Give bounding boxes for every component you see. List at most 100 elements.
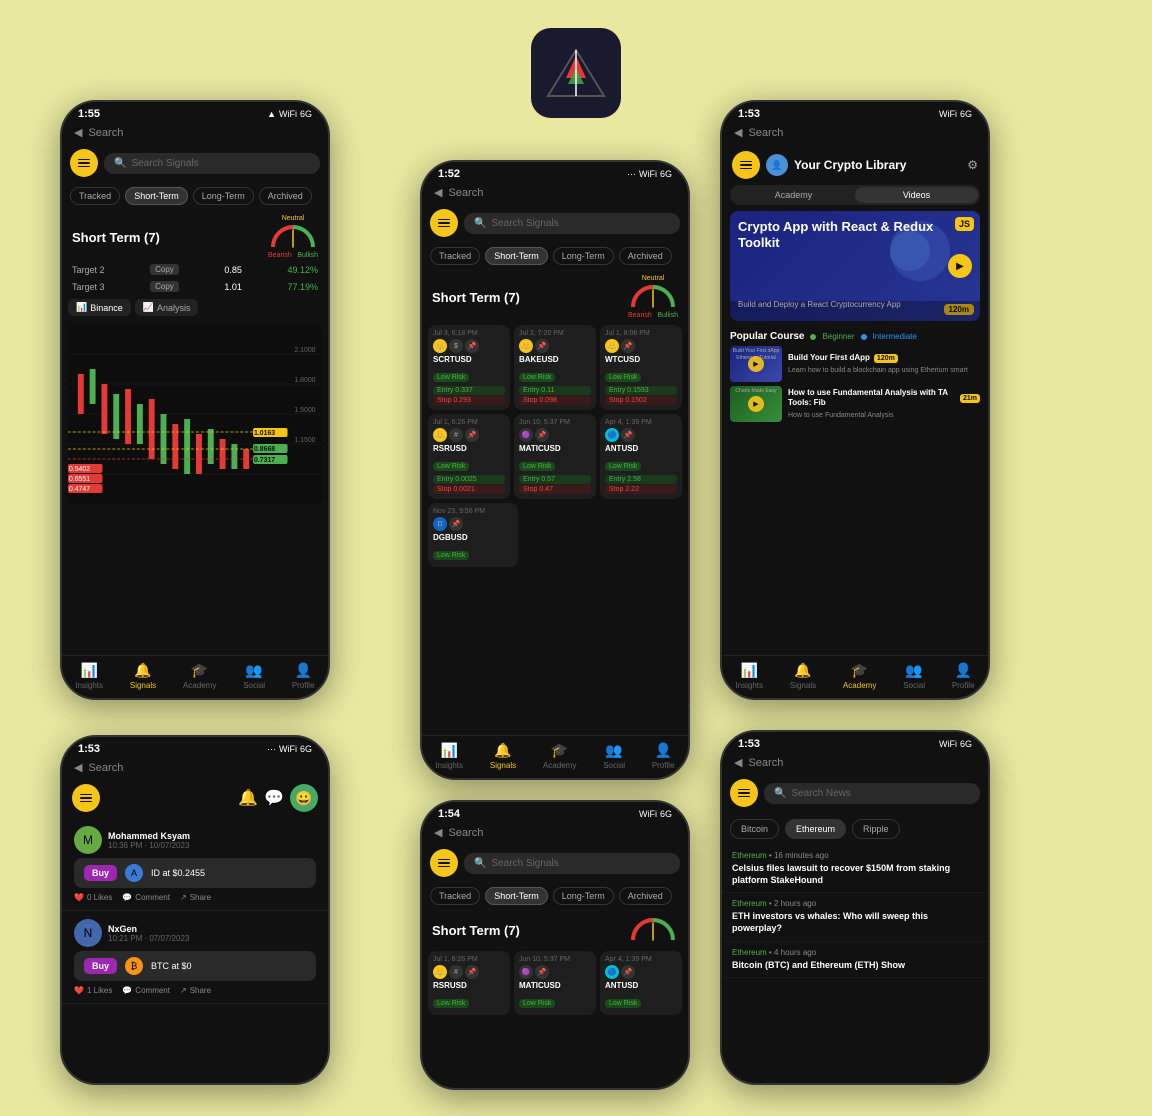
tab-archived-1[interactable]: Archived (259, 187, 312, 205)
search-input-5[interactable]: 🔍 Search Signals (464, 853, 680, 874)
nav-academy-2[interactable]: 🎓Academy (543, 742, 576, 770)
section-title-1: Short Term (7) (72, 230, 160, 245)
bell-icon-4[interactable]: 🔔 (238, 788, 258, 808)
course1-duration: 120m (874, 354, 898, 363)
tab-archived-2[interactable]: Archived (619, 247, 672, 265)
tab-long-term-5[interactable]: Long-Term (553, 887, 614, 905)
news-time-1: 2 hours ago (774, 899, 816, 908)
nav-insights-1[interactable]: 📊 Insights (75, 662, 103, 690)
nav-social-2[interactable]: 👥Social (603, 742, 625, 770)
phone-news: 1:53 WiFi6G ◀ Search 🔍 Search News Bitco… (720, 730, 990, 1085)
tab-long-term-2[interactable]: Long-Term (553, 247, 614, 265)
lib-tab-academy[interactable]: Academy (732, 187, 855, 203)
nav-profile-2[interactable]: 👤Profile (652, 742, 675, 770)
chat-icon-4[interactable]: 💬 (264, 788, 284, 808)
post-avatar-1: M (74, 826, 102, 854)
status-bar-4: 1:53 ···WiFi6G (62, 737, 328, 757)
target3-pct: 77.19% (287, 282, 318, 292)
search-input-1[interactable]: 🔍 Search Signals (104, 153, 320, 174)
status-bar-3: 1:53 WiFi6G (722, 102, 988, 122)
share-btn-2[interactable]: ↗ Share (180, 986, 211, 995)
post-avatar-2: N (74, 919, 102, 947)
news-tab-bitcoin[interactable]: Bitcoin (730, 819, 779, 839)
comment-btn-1[interactable]: 💬 Comment (122, 893, 170, 902)
tab-short-term-5[interactable]: Short-Term (485, 887, 548, 905)
post-time-2: 10:21 PM · 07/07/2023 (108, 934, 189, 943)
nav-academy-3[interactable]: 🎓Academy (843, 662, 876, 690)
share-btn-1[interactable]: ↗ Share (180, 893, 211, 902)
time-2: 1:52 (438, 168, 460, 180)
course-thumb-1: Build Your First dAppEthereum Tutorial ▶ (730, 346, 782, 382)
nav-signals-2[interactable]: 🔔Signals (490, 742, 516, 770)
likes-btn-2[interactable]: ❤️ 1 Likes (74, 986, 112, 995)
course-play-1[interactable]: ▶ (748, 356, 764, 372)
hamburger-4[interactable] (72, 784, 100, 812)
intermediate-label: Intermediate (873, 332, 917, 341)
tab-archived-5[interactable]: Archived (619, 887, 672, 905)
search-header-6: ◀ Search (722, 752, 988, 775)
likes-btn-1[interactable]: ❤️ 0 Likes (74, 893, 112, 902)
hamburger-5[interactable] (430, 849, 458, 877)
tab-long-term-1[interactable]: Long-Term (193, 187, 254, 205)
hamburger-3[interactable] (732, 151, 760, 179)
nav-signals-3[interactable]: 🔔Signals (790, 662, 816, 690)
hamburger-1[interactable] (70, 149, 98, 177)
filter-tabs-5: Tracked Short-Term Long-Term Archived (422, 883, 688, 909)
comment-btn-2[interactable]: 💬 Comment (122, 986, 170, 995)
nav-profile-1[interactable]: 👤 Profile (292, 662, 315, 690)
section-title-row-5: Short Term (7) (422, 909, 688, 947)
svg-text:0.6551: 0.6551 (69, 476, 90, 483)
signal-card-0: Jul 3, 6:18 PM 👑$📌 SCRTUSD Low Risk Entr… (428, 325, 510, 410)
time-3: 1:53 (738, 108, 760, 120)
hamburger-2[interactable] (430, 209, 458, 237)
hamburger-6[interactable] (730, 779, 758, 807)
status-bar-1: 1:55 ▲WiFi6G (62, 102, 328, 122)
search-input-6[interactable]: 🔍 Search News (764, 783, 980, 804)
copy-btn-3[interactable]: Copy (150, 281, 179, 292)
search-placeholder-6: Search News (791, 788, 850, 799)
svg-text:0.8668: 0.8668 (254, 446, 275, 453)
tab-short-term-1[interactable]: Short-Term (125, 187, 188, 205)
trade-coin-icon-1: A (125, 864, 143, 882)
tab-tracked-1[interactable]: Tracked (70, 187, 120, 205)
search-icon-5: 🔍 (474, 858, 486, 869)
copy-btn-2[interactable]: Copy (150, 264, 179, 275)
course-info-1: Build Your First dApp 120m Learn how to … (788, 353, 980, 374)
nav-profile-3[interactable]: 👤Profile (952, 662, 975, 690)
analysis-tab-label: Analysis (157, 303, 191, 313)
target2-val: 0.85 (224, 265, 242, 275)
lib-tab-videos[interactable]: Videos (855, 187, 978, 203)
search-input-2[interactable]: 🔍 Search Signals (464, 213, 680, 234)
chart-tab-analysis[interactable]: 📈 Analysis (135, 299, 199, 316)
news-tab-ripple[interactable]: Ripple (852, 819, 900, 839)
bottom-nav-2: 📊Insights 🔔Signals 🎓Academy 👥Social 👤Pro… (422, 735, 688, 778)
news-tab-ethereum[interactable]: Ethereum (785, 819, 846, 839)
svg-text:1.8000: 1.8000 (294, 377, 315, 384)
nav-insights-2[interactable]: 📊Insights (435, 742, 463, 770)
tab-tracked-5[interactable]: Tracked (430, 887, 480, 905)
nav-signals-1[interactable]: 🔔 Signals (130, 662, 156, 690)
chart-tab-binance[interactable]: 📊 Binance (68, 299, 131, 316)
popular-header: Popular Course Beginner Intermediate (730, 331, 980, 342)
search-icon-1: 🔍 (114, 158, 126, 169)
post-actions-2: ❤️ 1 Likes 💬 Comment ↗ Share (74, 986, 316, 995)
nav-social-1[interactable]: 👥 Social (243, 662, 265, 690)
news-item-0: Ethereum • 16 minutes ago Celsius files … (722, 845, 988, 893)
nav-insights-3[interactable]: 📊Insights (735, 662, 763, 690)
svg-text:1.0163: 1.0163 (254, 430, 275, 437)
svg-text:1.5000: 1.5000 (294, 407, 315, 414)
tab-tracked-2[interactable]: Tracked (430, 247, 480, 265)
news-headline-2: Bitcoin (BTC) and Ethereum (ETH) Show (732, 960, 978, 972)
user-avatar-4[interactable]: 😀 (290, 784, 318, 812)
course-info-2: How to use Fundamental Analysis with TA … (788, 388, 980, 420)
nav-social-3[interactable]: 👥Social (903, 662, 925, 690)
course-item-1: Build Your First dAppEthereum Tutorial ▶… (730, 346, 980, 382)
post-header-2: N NxGen 10:21 PM · 07/07/2023 (74, 919, 316, 947)
tab-short-term-2[interactable]: Short-Term (485, 247, 548, 265)
post-user-2: NxGen (108, 924, 189, 934)
banner-title: Crypto App with React & Redux Toolkit (738, 219, 972, 250)
nav-academy-1[interactable]: 🎓 Academy (183, 662, 216, 690)
course-play-2[interactable]: ▶ (748, 396, 764, 412)
bear-label-1: Bearish (268, 252, 292, 259)
target3-label: Target 3 (72, 282, 105, 292)
